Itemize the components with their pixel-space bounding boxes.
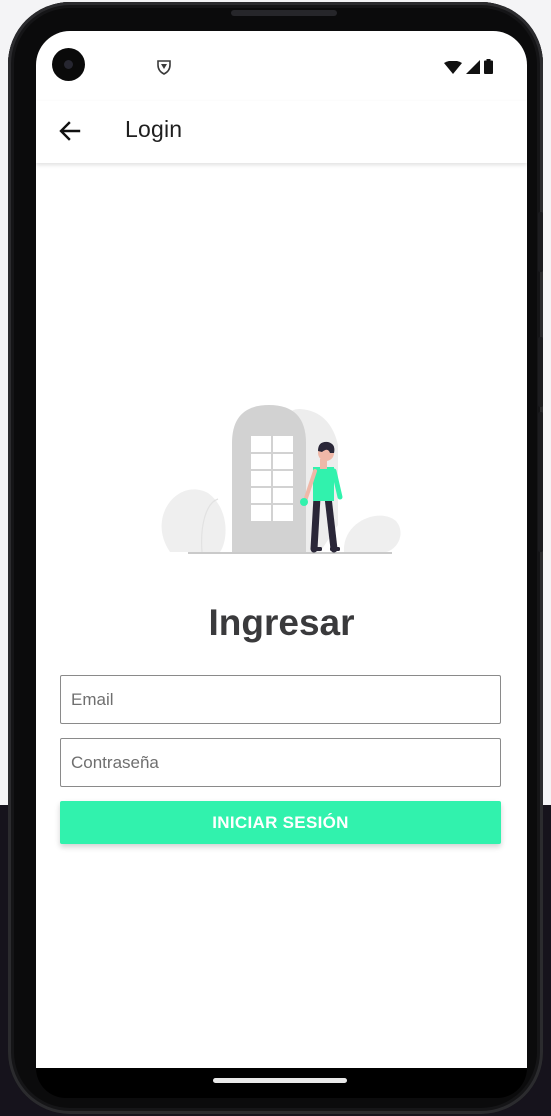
front-camera xyxy=(52,48,85,81)
page-title: Login xyxy=(125,116,183,142)
volume-up-button xyxy=(538,212,543,272)
home-gesture-handle[interactable] xyxy=(213,1078,347,1083)
volume-down-button xyxy=(538,337,543,407)
password-field[interactable] xyxy=(60,738,501,787)
app-bar: Login xyxy=(36,101,527,163)
email-field[interactable] xyxy=(60,675,501,724)
status-icons xyxy=(444,59,493,74)
login-heading: Ingresar xyxy=(208,602,355,643)
wifi-icon xyxy=(444,61,462,74)
login-button[interactable]: INICIAR SESIÓN xyxy=(60,801,501,844)
status-bar xyxy=(36,31,527,101)
person-at-door-illustration xyxy=(161,405,401,554)
app-screen: Login Ingresar INICIAR SESIÓN xyxy=(36,31,527,1068)
cellular-signal-icon xyxy=(466,60,480,74)
power-button xyxy=(538,412,543,552)
back-button[interactable] xyxy=(52,113,88,149)
shield-icon xyxy=(157,60,171,75)
arrow-back-icon xyxy=(59,121,81,141)
navigation-bar xyxy=(36,1068,527,1098)
speaker-grille xyxy=(231,10,337,16)
battery-icon xyxy=(484,59,493,74)
